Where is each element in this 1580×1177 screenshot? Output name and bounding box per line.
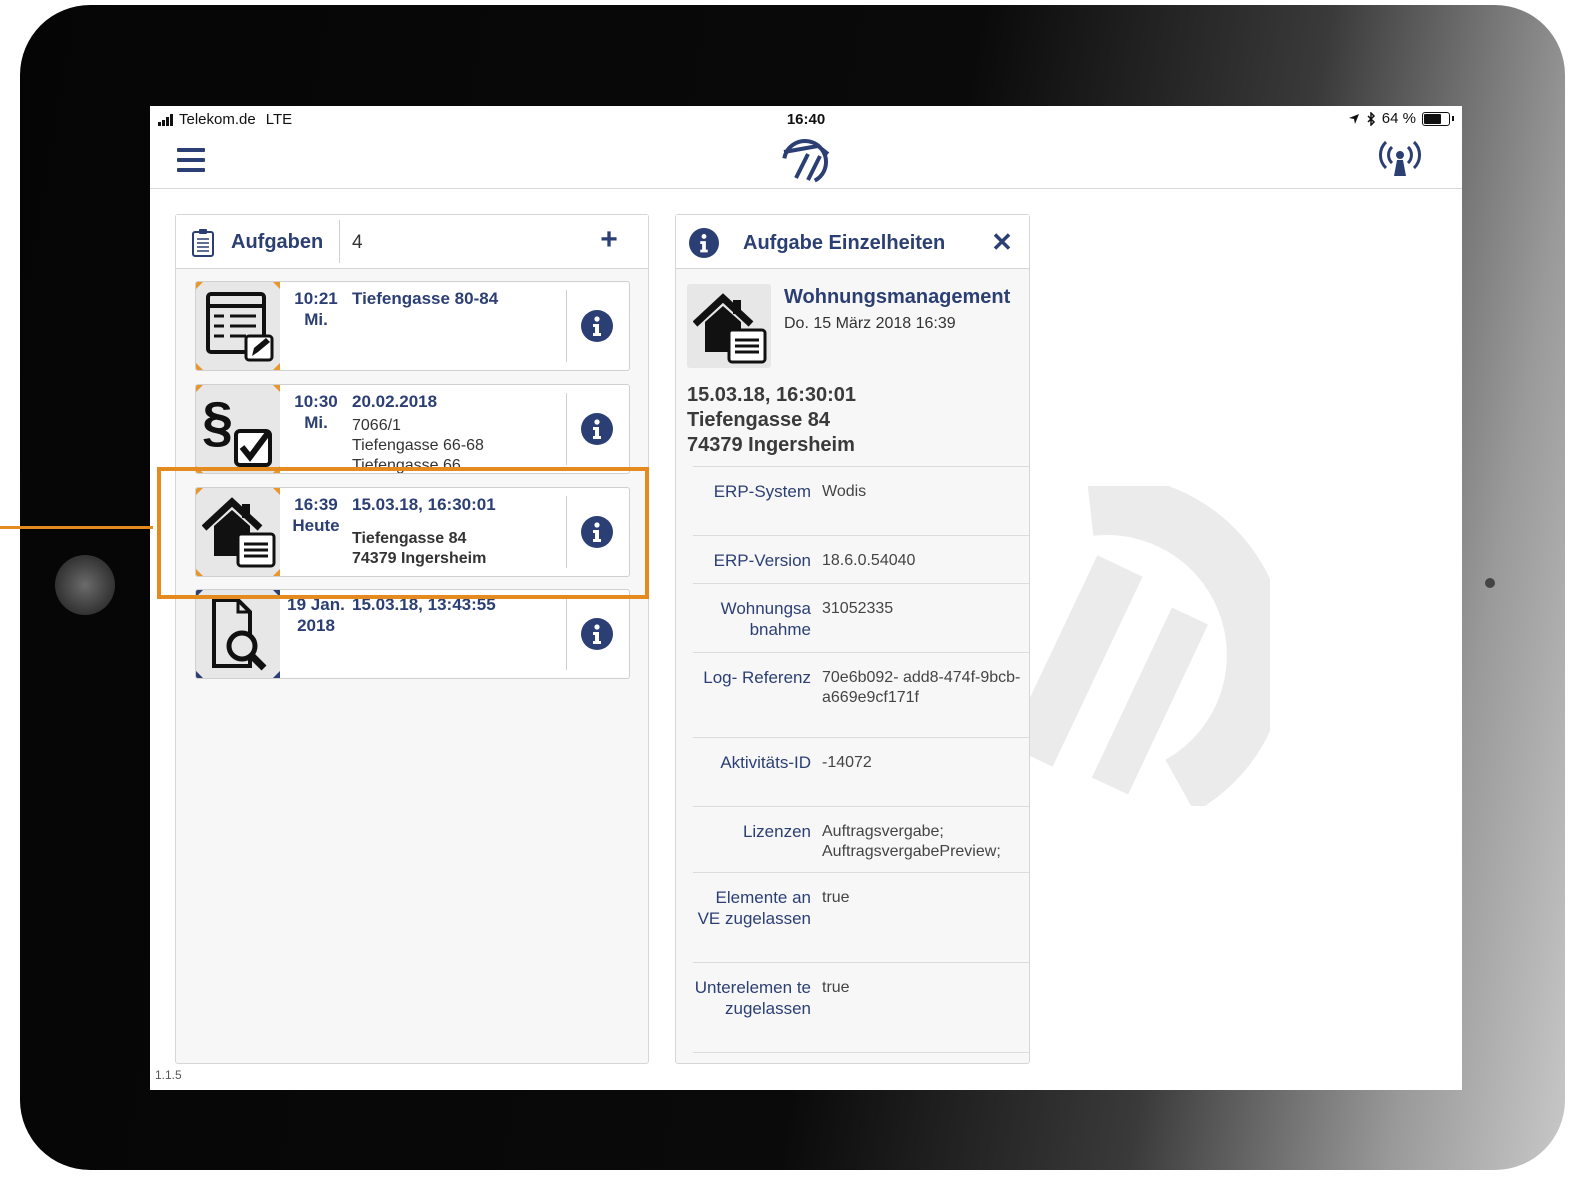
task-time: 19 Jan. 2018 [286, 594, 346, 636]
field-key: ERP-Version [713, 551, 811, 570]
field-value: 31052335 [822, 600, 894, 617]
app-logo-icon [782, 139, 830, 184]
bluetooth-icon [1367, 111, 1375, 126]
nav-bar [150, 132, 1462, 189]
field-key: Lizenzen [742, 822, 811, 841]
task-item[interactable]: § 10:30 Mi. 20.02.2018 7066/1 Tiefengass… [195, 384, 630, 474]
task-day-value: Mi. [304, 413, 328, 432]
details-date: Do. 15 März 2018 16:39 [784, 315, 956, 332]
header-divider [339, 220, 340, 263]
field-row: ERP-Version 18.6.0.54040 [693, 535, 1029, 583]
svg-text:§: § [202, 391, 233, 453]
details-app-name: Wohnungsmanagement [784, 286, 1011, 308]
details-fields: ERP-System Wodis ERP-Version 18.6.0.5404… [693, 466, 1029, 1053]
task-divider [566, 290, 567, 362]
document-search-icon [212, 598, 267, 671]
details-address-line: 74379 Ingersheim [687, 434, 855, 456]
field-value: true [822, 979, 850, 996]
close-button[interactable]: ✕ [989, 229, 1015, 255]
field-value: Auftragsvergabe; AuftragsvergabePreview; [822, 823, 1001, 860]
task-day-value: Mi. [304, 310, 328, 329]
field-key: Elemente an VE zugelassen [697, 888, 811, 928]
antenna-icon[interactable] [1378, 138, 1422, 178]
field-value: -14072 [822, 754, 872, 771]
details-address: 15.03.18, 16:30:01 Tiefengasse 84 74379 … [687, 383, 856, 458]
details-title: Aufgabe Einzelheiten [743, 232, 946, 254]
info-icon[interactable] [581, 413, 613, 445]
field-row: ERP-System Wodis [693, 466, 1029, 535]
status-bar: Telekom.de LTE 16:40 64 % [150, 106, 1462, 132]
field-row: Log- Referenz 70e6b092- add8-474f-9bcb- … [693, 652, 1029, 737]
field-key: Log- Referenz [703, 668, 811, 687]
field-value: 70e6b092- add8-474f-9bcb- a669e9cf171f [822, 669, 1021, 706]
task-time-value: 10:21 [294, 289, 338, 308]
details-header: Aufgabe Einzelheiten ✕ [676, 215, 1029, 269]
hamburger-menu-icon[interactable] [177, 148, 205, 172]
tasks-header: Aufgaben 4 + [176, 215, 648, 269]
add-task-button[interactable]: + [594, 225, 624, 255]
field-key: ERP-System [713, 482, 811, 501]
field-row: Elemente an VE zugelassen true [693, 872, 1029, 962]
field-row: Wohnungsa bnahme 31052335 [693, 583, 1029, 652]
highlight-callout-line [0, 526, 153, 529]
task-time-value: 10:30 [294, 392, 338, 411]
house-list-icon [693, 293, 767, 364]
battery-icon [1422, 111, 1450, 126]
battery-tip [1452, 116, 1454, 121]
paragraph-check-icon: § [202, 391, 272, 467]
field-row: Lizenzen Auftragsvergabe; Auftragsvergab… [693, 806, 1029, 872]
app-version: 1.1.5 [155, 1068, 182, 1082]
task-divider [566, 598, 567, 670]
details-panel: Aufgabe Einzelheiten ✕ Wohnungsmanagemen… [675, 214, 1030, 1064]
details-thumbnail [687, 284, 771, 368]
task-thumbnail [196, 590, 280, 678]
form-edit-icon [206, 292, 274, 362]
field-value: true [822, 889, 850, 906]
device-button [55, 555, 115, 615]
tasks-count: 4 [352, 232, 363, 253]
task-time: 10:30 Mi. [286, 391, 346, 433]
task-detail-line: 7066/1 [352, 417, 401, 434]
task-item[interactable]: 19 Jan. 2018 15.03.18, 13:43:55 [195, 589, 630, 679]
task-divider [566, 393, 567, 465]
tasks-panel: Aufgaben 4 + 10:21 Mi. Tiefengasse 80-84… [175, 214, 649, 1064]
task-thumbnail: § [196, 385, 280, 473]
tasks-title: Aufgaben [231, 231, 324, 253]
highlight-annotation [157, 467, 649, 599]
info-icon [689, 228, 719, 258]
task-thumbnail [196, 282, 280, 370]
details-address-line: 15.03.18, 16:30:01 [687, 384, 857, 406]
device-sensor [1485, 578, 1495, 588]
task-day-value: 2018 [297, 616, 335, 635]
task-title: 20.02.2018 [352, 392, 438, 411]
task-item[interactable]: 10:21 Mi. Tiefengasse 80-84 [195, 281, 630, 371]
field-row: Aktivitäts-ID -14072 [693, 737, 1029, 806]
task-time: 10:21 Mi. [286, 288, 346, 330]
field-value: 18.6.0.54040 [822, 552, 916, 569]
field-row: Unterelemen te zugelassen true [693, 962, 1029, 1053]
task-detail-line: Tiefengasse 66-68 [352, 437, 484, 454]
field-value: Wodis [822, 483, 867, 500]
details-address-line: Tiefengasse 84 [687, 409, 831, 431]
status-time: 16:40 [786, 111, 826, 128]
task-title: Tiefengasse 80-84 [352, 289, 499, 308]
clipboard-icon [192, 229, 214, 257]
info-icon[interactable] [581, 310, 613, 342]
location-arrow-icon [1348, 113, 1359, 124]
status-right: 64 % [1348, 110, 1454, 127]
field-key: Aktivitäts-ID [720, 753, 811, 772]
info-icon[interactable] [581, 618, 613, 650]
field-key: Unterelemen te zugelassen [694, 978, 811, 1018]
battery-label: 64 % [1381, 110, 1416, 127]
field-key: Wohnungsa bnahme [720, 599, 811, 639]
